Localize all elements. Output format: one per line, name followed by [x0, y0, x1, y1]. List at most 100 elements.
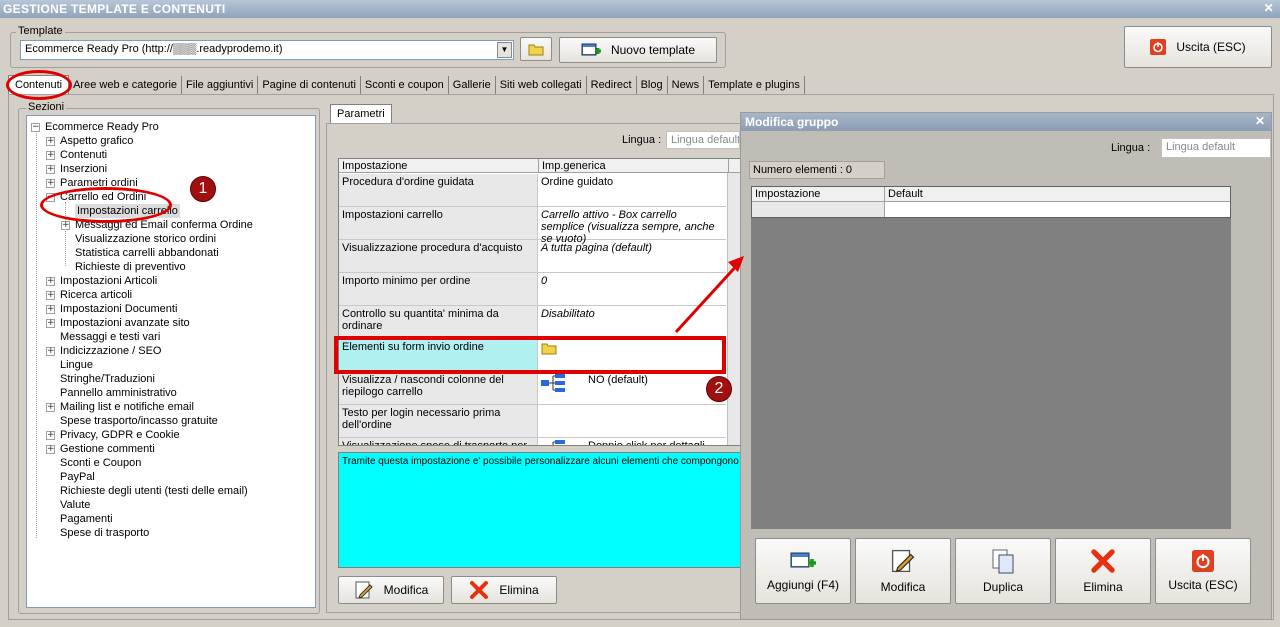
table-row[interactable]: Importo minimo per ordine 0 — [339, 273, 726, 306]
tree-item[interactable]: + Indicizzazione / SEO — [46, 344, 162, 358]
tree-item[interactable]: + Gestione commenti — [46, 442, 155, 456]
modifica-button[interactable]: Modifica — [338, 576, 444, 604]
tree-item-label: Messaggi e testi vari — [60, 331, 161, 343]
tab-pagine-contenuti[interactable]: Pagine di contenuti — [258, 76, 361, 95]
dialog-lingua-field[interactable]: Lingua default — [1161, 138, 1271, 158]
aggiungi-button[interactable]: Aggiungi (F4) — [755, 538, 851, 604]
tab-template-plugins[interactable]: Template e plugins — [704, 76, 805, 95]
columns-icon[interactable] — [541, 374, 565, 395]
delete-x-icon — [470, 581, 489, 599]
tree-child-item[interactable]: Visualizzazione storico ordini — [61, 232, 216, 246]
tree-item[interactable]: + Inserzioni — [46, 162, 107, 176]
dialog-exit-label: Uscita (ESC) — [1168, 578, 1238, 592]
tab-parametri[interactable]: Parametri — [330, 104, 392, 124]
tab-siti-collegati[interactable]: Siti web collegati — [496, 76, 587, 95]
tree-root-label: Ecommerce Ready Pro — [45, 121, 159, 133]
tree-child-item[interactable]: Statistica carrelli abbandonati — [61, 246, 219, 260]
browse-folder-button[interactable] — [520, 37, 552, 61]
table-row[interactable]: Visualizzazione procedura d'acquisto A tu… — [339, 240, 726, 273]
row-key: Visualizza / nascondi colonne del riepil… — [339, 372, 538, 404]
tree-item[interactable]: + Ricerca articoli — [46, 288, 132, 302]
tree-item[interactable]: Lingue — [46, 358, 93, 372]
table-row[interactable]: Impostazioni carrello Carrello attivo - B… — [339, 207, 726, 245]
tree-item[interactable]: + Privacy, GDPR e Cookie — [46, 428, 180, 442]
table-row[interactable]: Visualizza / nascondi colonne del riepil… — [339, 372, 726, 405]
tree-item[interactable]: Spese trasporto/incasso gratuite — [46, 414, 218, 428]
tree-item[interactable]: + Impostazioni avanzate sito — [46, 316, 190, 330]
template-select[interactable]: Ecommerce Ready Pro (http://▒▒▒.readypro… — [20, 40, 514, 60]
tree-item[interactable]: + Contenuti — [46, 148, 107, 162]
table-row[interactable]: Controllo su quantita' minima da ordinar… — [339, 306, 726, 339]
expand-icon[interactable]: + — [46, 430, 55, 440]
tree-item[interactable]: Pannello amministrativo — [46, 386, 177, 400]
tree-item-label: Spese di trasporto — [60, 527, 150, 539]
table-row[interactable]: Visualizzazione spese di trasporto per Do… — [339, 438, 726, 445]
expand-icon[interactable]: + — [46, 276, 55, 286]
edit-icon — [355, 581, 373, 599]
dialog-elimina-button[interactable]: Elimina — [1055, 538, 1151, 604]
tree-item[interactable]: Valute — [46, 498, 90, 512]
tree-item-label: Inserzioni — [60, 163, 108, 175]
new-template-button[interactable]: Nuovo template — [559, 37, 717, 63]
tree-item-label: Indicizzazione / SEO — [60, 345, 162, 357]
expand-icon[interactable]: + — [46, 346, 55, 356]
dialog-grid[interactable]: Impostazione Default — [751, 186, 1231, 529]
expand-icon[interactable]: + — [46, 150, 55, 160]
tree-item[interactable]: Spese di trasporto — [46, 526, 149, 540]
dialog-exit-button[interactable]: Uscita (ESC) — [1155, 538, 1251, 604]
tab-file-aggiuntivi[interactable]: File aggiuntivi — [182, 76, 259, 95]
tab-redirect[interactable]: Redirect — [587, 76, 637, 95]
table-row[interactable]: Testo per login necessario prima dell'or… — [339, 405, 726, 438]
lingua-field[interactable]: Lingua default — [666, 131, 740, 149]
expand-icon[interactable]: + — [46, 178, 55, 188]
close-icon[interactable]: ✕ — [1264, 1, 1274, 15]
duplica-button[interactable]: Duplica — [955, 538, 1051, 604]
tab-news[interactable]: News — [668, 76, 705, 95]
tree-item[interactable]: + Impostazioni Documenti — [46, 302, 177, 316]
row-key: Impostazioni carrello — [339, 207, 538, 239]
tree-item-label: Impostazioni Articoli — [60, 275, 158, 287]
highlight-carrello — [40, 187, 172, 223]
tree-item[interactable]: Sconti e Coupon — [46, 456, 141, 470]
expand-icon[interactable]: + — [46, 444, 55, 454]
description-box: Tramite questa impostazione e' possibile… — [338, 452, 741, 568]
elimina-button[interactable]: Elimina — [451, 576, 557, 604]
modifica-gruppo-dialog: Modifica gruppo ✕ Lingua : Lingua defaul… — [740, 112, 1272, 620]
tree-child-item[interactable]: Richieste di preventivo — [61, 260, 186, 274]
expand-icon[interactable]: + — [46, 136, 55, 146]
expand-icon[interactable]: + — [46, 304, 55, 314]
tree-item[interactable]: Messaggi e testi vari — [46, 330, 160, 344]
dialog-modifica-button[interactable]: Modifica — [855, 538, 951, 604]
chevron-down-icon[interactable]: ▼ — [497, 42, 512, 58]
tab-sconti-coupon[interactable]: Sconti e coupon — [361, 76, 449, 95]
tree-item[interactable]: + Impostazioni Articoli — [46, 274, 157, 288]
tree-item[interactable]: PayPal — [46, 470, 95, 484]
expand-icon[interactable]: + — [46, 318, 55, 328]
tab-gallerie[interactable]: Gallerie — [449, 76, 496, 95]
table-row[interactable]: Procedura d'ordine guidata Ordine guidato — [339, 174, 726, 207]
expand-icon[interactable]: + — [61, 220, 70, 230]
modifica-label: Modifica — [383, 583, 429, 597]
tree-item[interactable]: Pagamenti — [46, 512, 113, 526]
exit-button[interactable]: Uscita (ESC) — [1124, 26, 1272, 68]
collapse-icon[interactable]: − — [31, 122, 40, 132]
tree-item[interactable]: Stringhe/Traduzioni — [46, 372, 155, 386]
tab-blog[interactable]: Blog — [637, 76, 668, 95]
tree-item[interactable]: + Aspetto grafico — [46, 134, 133, 148]
tree-item-label: Stringhe/Traduzioni — [60, 373, 155, 385]
tree-item[interactable]: + Mailing list e notifiche email — [46, 400, 194, 414]
tab-aree-web[interactable]: Aree web e categorie — [69, 76, 183, 95]
tree-item-label: Ricerca articoli — [60, 289, 133, 301]
expand-icon[interactable]: + — [46, 290, 55, 300]
tree-item-label: Impostazioni avanzate sito — [60, 317, 190, 329]
tree-root[interactable]: − Ecommerce Ready Pro — [31, 120, 159, 134]
col-impostazione: Impostazione — [339, 159, 539, 172]
columns-icon[interactable] — [541, 440, 565, 445]
tree-item[interactable]: Richieste degli utenti (testi delle emai… — [46, 484, 248, 498]
expand-icon[interactable]: + — [46, 164, 55, 174]
close-icon[interactable]: ✕ — [1255, 114, 1265, 128]
tree-item-label: Aspetto grafico — [60, 135, 134, 147]
dialog-empty-row[interactable] — [752, 202, 885, 217]
dialog-title-bar: Modifica gruppo ✕ — [741, 113, 1271, 131]
expand-icon[interactable]: + — [46, 402, 55, 412]
